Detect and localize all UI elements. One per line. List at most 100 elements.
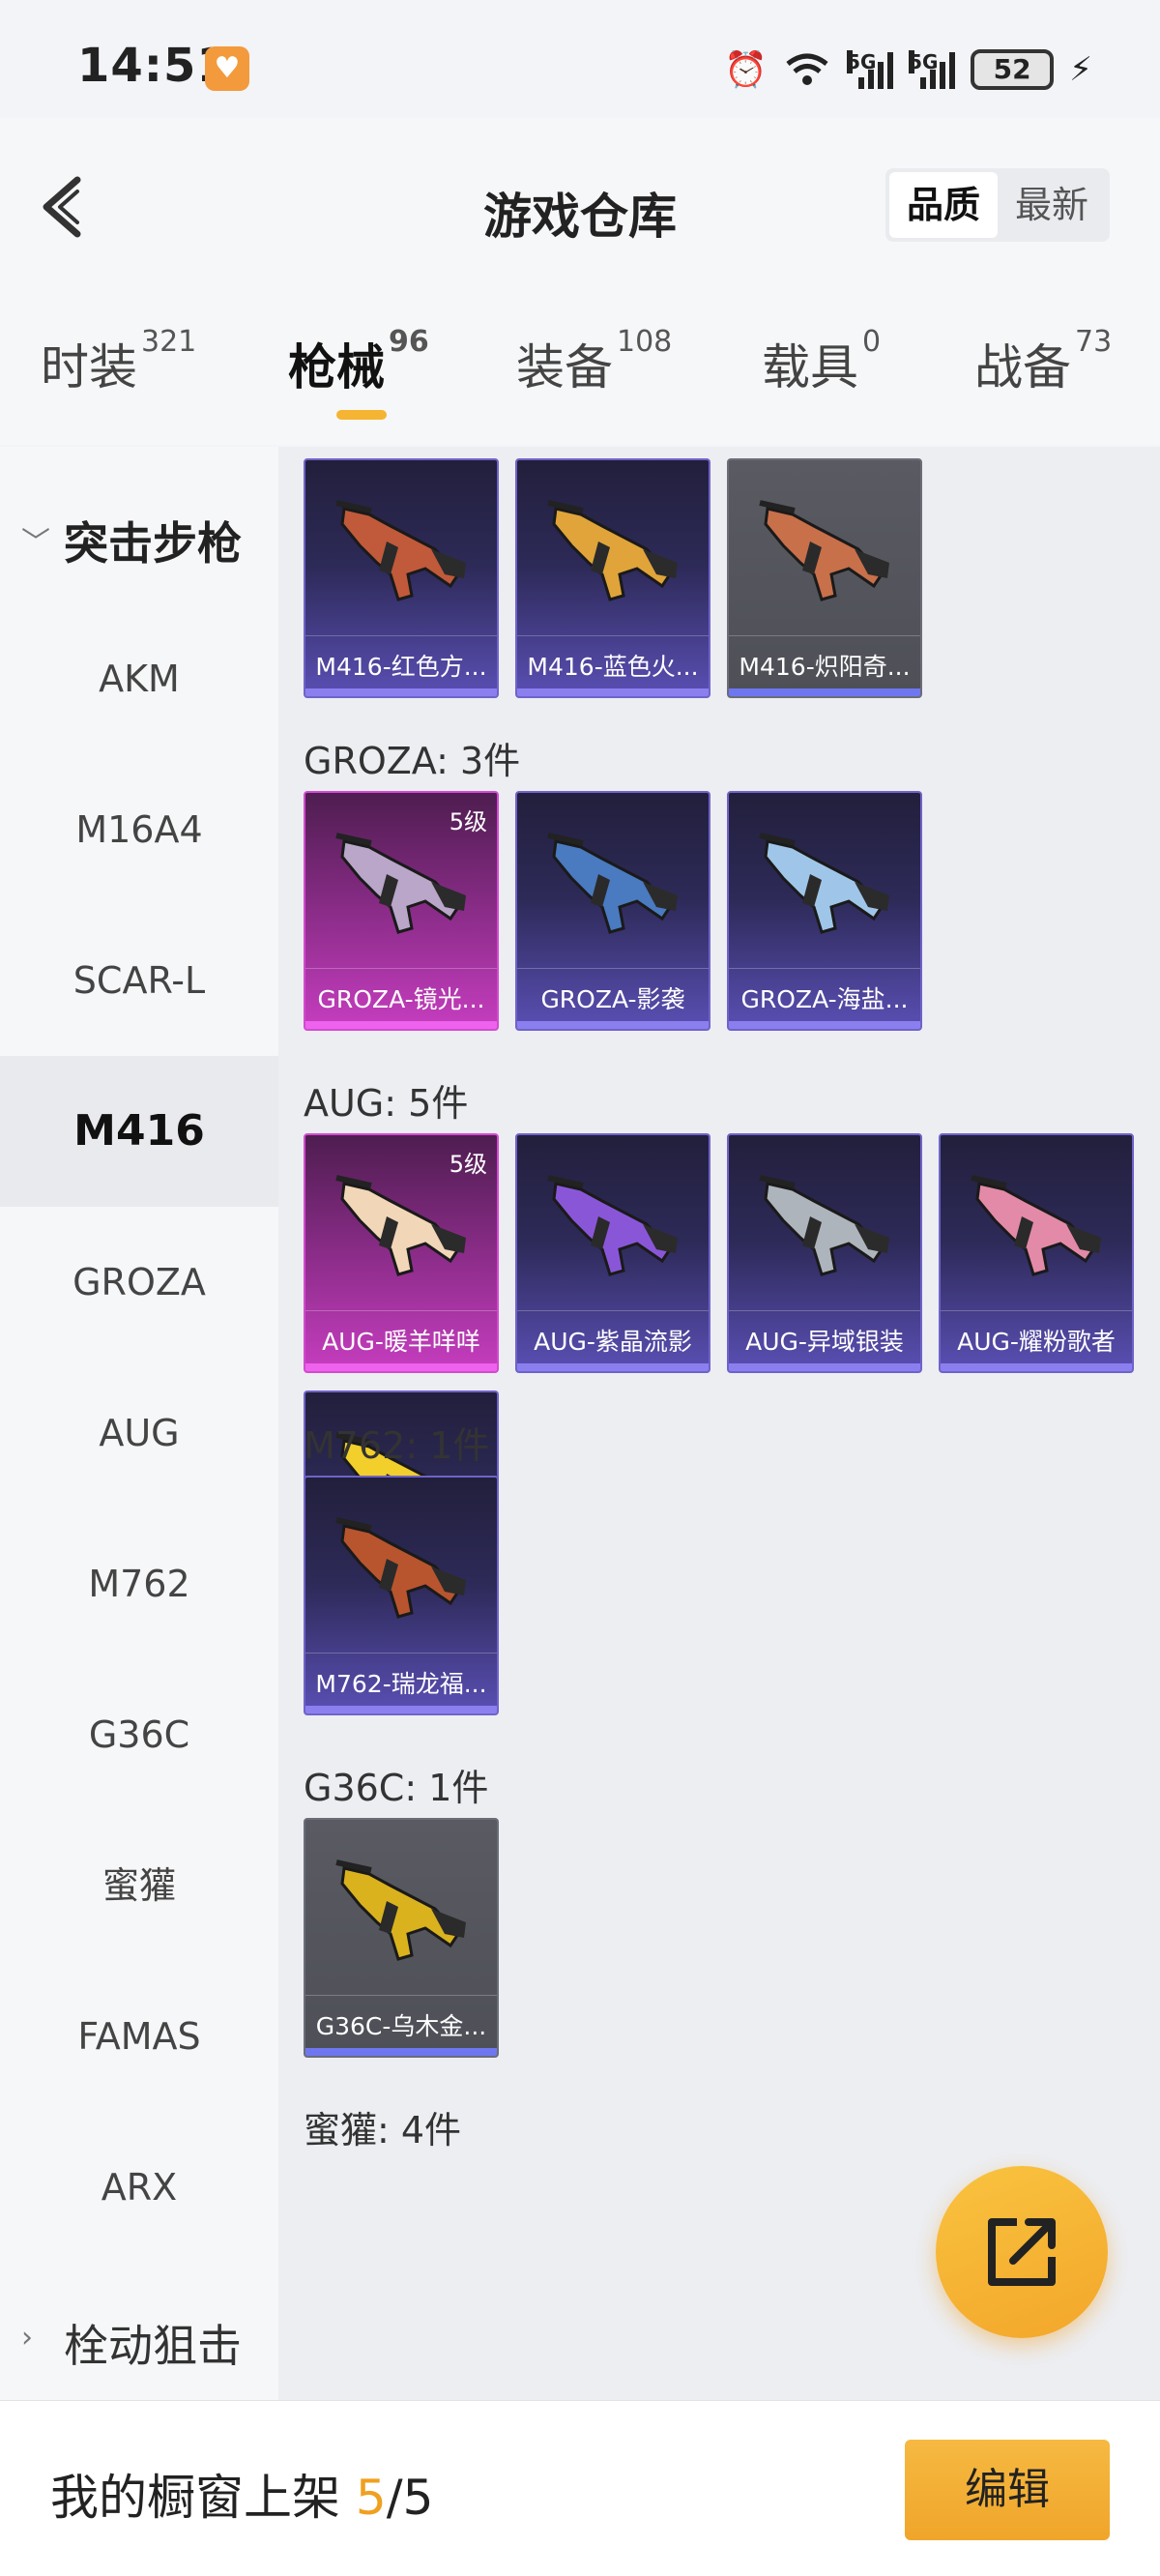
tab-vehicles[interactable]: 载具 0 bbox=[762, 325, 881, 398]
status-icons: ⏰ 5G 5G 52 ⚡ bbox=[724, 43, 1092, 97]
sidebar-item-honey-badger[interactable]: 蜜獾 bbox=[0, 1810, 278, 1961]
rarity-bar bbox=[305, 1363, 497, 1371]
section-title: AUG: 5件 bbox=[304, 1082, 469, 1125]
chevron-right-icon: › bbox=[21, 2321, 33, 2355]
showcase-bar: 我的橱窗上架 5/5 编辑 bbox=[0, 2400, 1160, 2576]
rarity-bar bbox=[517, 1021, 709, 1029]
rarity-bar bbox=[305, 1706, 497, 1713]
card-divider bbox=[729, 1310, 920, 1311]
sidebar-item-akm[interactable]: AKM bbox=[0, 603, 278, 754]
showcase-count-total: /5 bbox=[386, 2470, 434, 2526]
card-divider bbox=[729, 635, 920, 636]
sidebar-item-m762[interactable]: M762 bbox=[0, 1508, 278, 1659]
sidebar-item-m416[interactable]: M416 bbox=[0, 1056, 278, 1207]
card-divider bbox=[517, 1310, 709, 1311]
rarity-bar bbox=[305, 2048, 497, 2056]
sort-quality-button[interactable]: 品质 bbox=[889, 172, 998, 238]
showcase-label: 我的橱窗上架 5/5 bbox=[50, 2470, 434, 2526]
rifle-icon bbox=[547, 833, 678, 934]
weapon-card[interactable]: M416-蓝色火... bbox=[515, 458, 710, 698]
sidebar-item-arx[interactable]: ARX bbox=[0, 2112, 278, 2263]
rifle-icon bbox=[759, 833, 889, 934]
sidebar-item-famas[interactable]: FAMAS bbox=[0, 1961, 278, 2112]
weapon-name: M416-红色方... bbox=[315, 653, 487, 681]
weapon-card[interactable]: G36C-乌木金... bbox=[304, 1818, 499, 2058]
sidebar-item-aug[interactable]: AUG bbox=[0, 1358, 278, 1508]
rifle-icon bbox=[335, 1517, 466, 1619]
share-button[interactable] bbox=[936, 2166, 1108, 2338]
rifle-icon bbox=[547, 500, 678, 601]
section-title: M762: 1件 bbox=[304, 1424, 490, 1467]
weapon-card[interactable]: GROZA-影袭 bbox=[515, 791, 710, 1031]
weapon-name: GROZA-海盐... bbox=[740, 985, 909, 1013]
sidebar-group-bolt-action[interactable]: › 栓动狙击 bbox=[0, 2298, 278, 2385]
rarity-bar bbox=[729, 1363, 920, 1371]
battery-icon: 52 bbox=[971, 49, 1055, 90]
rarity-bar bbox=[517, 1363, 709, 1371]
card-divider bbox=[305, 968, 497, 969]
rifle-icon bbox=[335, 1859, 466, 1961]
rifle-icon bbox=[971, 1175, 1101, 1276]
weapon-name: M416-蓝色火... bbox=[527, 653, 699, 681]
rarity-bar bbox=[729, 688, 920, 696]
weapon-card[interactable]: AUG-耀粉歌者 bbox=[939, 1133, 1134, 1373]
rarity-bar bbox=[305, 1021, 497, 1029]
weapon-name: M762-瑞龙福... bbox=[315, 1670, 487, 1698]
share-icon bbox=[988, 2218, 1056, 2286]
wifi-icon bbox=[786, 53, 828, 85]
sidebar-group-assault-rifles[interactable]: ﹀ 突击步枪 bbox=[0, 495, 278, 582]
weapon-name: AUG-紫晶流影 bbox=[534, 1328, 692, 1356]
card-divider bbox=[517, 968, 709, 969]
card-divider bbox=[305, 1995, 497, 1996]
charging-icon: ⚡ bbox=[1069, 50, 1092, 89]
category-tabs: 时装 321 枪械 96 装备 108 载具 0 战备 73 bbox=[0, 300, 1160, 445]
alarm-icon: ⏰ bbox=[724, 50, 768, 90]
weapon-type-sidebar: ﹀ 突击步枪 AKM M16A4 SCAR-L M416 GROZA AUG M… bbox=[0, 447, 278, 2400]
cellular-signal-icon-2: 5G bbox=[909, 50, 956, 89]
weapon-name: M416-炽阳奇... bbox=[739, 653, 911, 681]
card-divider bbox=[941, 1310, 1132, 1311]
rifle-icon bbox=[335, 500, 466, 601]
sort-newest-button[interactable]: 最新 bbox=[998, 172, 1106, 238]
weapon-card[interactable]: M762-瑞龙福... bbox=[304, 1476, 499, 1715]
weapon-card[interactable]: GROZA-海盐... bbox=[727, 791, 922, 1031]
sidebar-item-m16a4[interactable]: M16A4 bbox=[0, 754, 278, 905]
weapon-name: AUG-暖羊咩咩 bbox=[322, 1328, 480, 1356]
active-tab-indicator bbox=[336, 410, 387, 420]
rarity-bar bbox=[941, 1363, 1132, 1371]
weapon-card[interactable]: 5级 AUG-暖羊咩咩 bbox=[304, 1133, 499, 1373]
showcase-count-current: 5 bbox=[355, 2470, 387, 2526]
rarity-bar bbox=[517, 688, 709, 696]
section-title: GROZA: 3件 bbox=[304, 740, 521, 782]
status-bar: 14:51 ♥ ⏰ 5G 5G 52 ⚡ bbox=[0, 0, 1160, 118]
card-divider bbox=[305, 1310, 497, 1311]
tab-weapons[interactable]: 枪械 96 bbox=[288, 325, 429, 398]
rarity-bar bbox=[729, 1021, 920, 1029]
cellular-signal-icon-1: 5G bbox=[847, 50, 894, 89]
weapon-card[interactable]: M416-红色方... bbox=[304, 458, 499, 698]
app-notification-icon: ♥ bbox=[205, 46, 249, 91]
sidebar-item-scar-l[interactable]: SCAR-L bbox=[0, 905, 278, 1056]
card-divider bbox=[517, 635, 709, 636]
weapon-card[interactable]: M416-炽阳奇... bbox=[727, 458, 922, 698]
sidebar-item-groza[interactable]: GROZA bbox=[0, 1207, 278, 1358]
weapon-grid: M416-红色方... M416-蓝色火... M416-炽阳奇... GROZA: … bbox=[278, 447, 1160, 2400]
weapon-card[interactable]: AUG-异域银装 bbox=[727, 1133, 922, 1373]
edit-button[interactable]: 编辑 bbox=[905, 2440, 1110, 2540]
tab-fashion[interactable]: 时装 321 bbox=[41, 325, 196, 398]
card-divider bbox=[305, 635, 497, 636]
tab-gear[interactable]: 战备 73 bbox=[974, 325, 1112, 398]
weapon-card[interactable]: 5级 GROZA-镜光... bbox=[304, 791, 499, 1031]
card-divider bbox=[305, 1653, 497, 1654]
tab-equipment[interactable]: 装备 108 bbox=[516, 325, 672, 398]
rifle-icon bbox=[547, 1175, 678, 1276]
level-badge: 5级 bbox=[449, 1151, 487, 1178]
sidebar-item-g36c[interactable]: G36C bbox=[0, 1659, 278, 1810]
rifle-icon bbox=[759, 500, 889, 601]
card-divider bbox=[729, 968, 920, 969]
weapon-name: G36C-乌木金... bbox=[315, 2012, 487, 2040]
weapon-name: GROZA-影袭 bbox=[540, 985, 685, 1013]
weapon-card[interactable]: AUG-紫晶流影 bbox=[515, 1133, 710, 1373]
rifle-icon bbox=[759, 1175, 889, 1276]
sort-toggle: 品质 最新 bbox=[885, 168, 1110, 242]
